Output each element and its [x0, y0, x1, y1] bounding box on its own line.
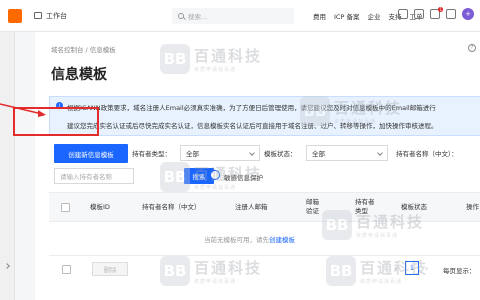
column-actions: 操作	[466, 203, 479, 211]
top-navigation-bar: 工作台 搜索... 费用 ICP 备案 企业 支持 工单 1 +	[0, 0, 480, 32]
notice-banner: i 根据ICANN政策要求，域名注册人Email必须真实准确，为了方便日后管理使…	[49, 96, 480, 136]
bell-icon[interactable]: 1	[430, 7, 443, 19]
console-logo[interactable]	[8, 8, 22, 23]
page-number-current[interactable]: 1	[405, 261, 419, 275]
cart-icon[interactable]	[414, 9, 424, 19]
breadcrumb-domain-console[interactable]: 域名控制台	[51, 46, 84, 54]
breadcrumb: 域名控制台 / 信息模板	[51, 44, 116, 54]
column-holder-name: 持有者名称（中文）	[142, 203, 201, 211]
side-rail	[0, 32, 15, 300]
column-holder-type: 持有者类型	[355, 198, 375, 215]
workspace-label: 工作台	[46, 11, 67, 20]
workspace-link[interactable]: 工作台	[34, 11, 67, 21]
empty-state: 当前无模板可用，请先创建模板	[204, 234, 295, 244]
prev-page-icon[interactable]: ‹	[394, 264, 397, 273]
create-template-link[interactable]: 创建模板	[269, 236, 295, 244]
column-registrant-email: 注册人邮箱	[235, 203, 268, 211]
privacy-toggle[interactable]	[204, 170, 220, 180]
empty-state-text: 当前无模板可用，请先	[204, 236, 269, 244]
holder-name-input[interactable]: 请输入持有者名称	[54, 168, 134, 184]
breadcrumb-templates: 信息模板	[89, 46, 116, 54]
notification-badge: 1	[438, 7, 443, 12]
delete-button[interactable]: 删除	[92, 262, 128, 276]
holder-name-placeholder: 请输入持有者名称	[60, 173, 112, 181]
column-email-verified: 邮箱验证	[306, 198, 319, 215]
holder-type-value: 全部	[186, 150, 199, 158]
template-status-value: 全部	[312, 150, 325, 158]
notice-line-2: 建议您完成实名认证或后尽快完成实名认证，信息模板实名认证后可直接用于域名注册、过…	[67, 122, 438, 130]
column-template-id[interactable]: 模板ID	[90, 203, 110, 212]
menu-item-icp[interactable]: ICP 备案	[334, 11, 359, 21]
chevron-right-icon[interactable]	[4, 263, 10, 269]
holder-type-label: 持有者类型：	[132, 150, 171, 158]
template-status-select[interactable]: 全部	[306, 145, 388, 161]
notice-line-1: 根据ICANN政策要求，域名注册人Email必须真实准确，为了方便日后管理使用，…	[67, 104, 436, 112]
help-icon[interactable]	[446, 9, 456, 19]
global-search-input[interactable]: 搜索...	[172, 8, 294, 24]
holder-name-label: 持有者名称（中文）：	[396, 150, 458, 158]
highlight-box	[13, 107, 99, 136]
menu-item-enterprise[interactable]: 企业	[367, 11, 380, 21]
breadcrumb-separator: /	[85, 46, 88, 54]
template-status-label: 模板状态：	[264, 150, 297, 158]
avatar[interactable]: +	[462, 8, 474, 20]
page-size-label: 每页显示：	[443, 267, 476, 275]
footer-select-checkbox[interactable]	[62, 265, 71, 274]
next-page-icon[interactable]: ›	[425, 264, 428, 273]
column-template-status: 模板状态	[401, 203, 427, 211]
holder-type-select[interactable]: 全部	[180, 145, 260, 161]
help-circle-icon[interactable]: ?	[468, 44, 476, 52]
privacy-toggle-label: 敏感信息保护	[224, 174, 263, 182]
chevron-down-icon	[377, 150, 383, 156]
select-all-checkbox[interactable]	[61, 203, 70, 212]
create-template-button[interactable]: 创建新信息模板	[54, 144, 128, 163]
workspace-icon	[34, 12, 42, 19]
table-header: 模板ID 持有者名称（中文） 注册人邮箱 邮箱验证 持有者类型 模板状态 操作	[49, 192, 480, 222]
search-icon	[178, 13, 184, 19]
screen-icon[interactable]	[398, 9, 408, 19]
chevron-down-icon	[249, 150, 255, 156]
top-icons: 1 +	[398, 7, 474, 20]
menu-item-billing[interactable]: 费用	[313, 11, 326, 21]
page-title: 信息模板	[51, 67, 107, 83]
search-placeholder: 搜索...	[188, 13, 208, 21]
